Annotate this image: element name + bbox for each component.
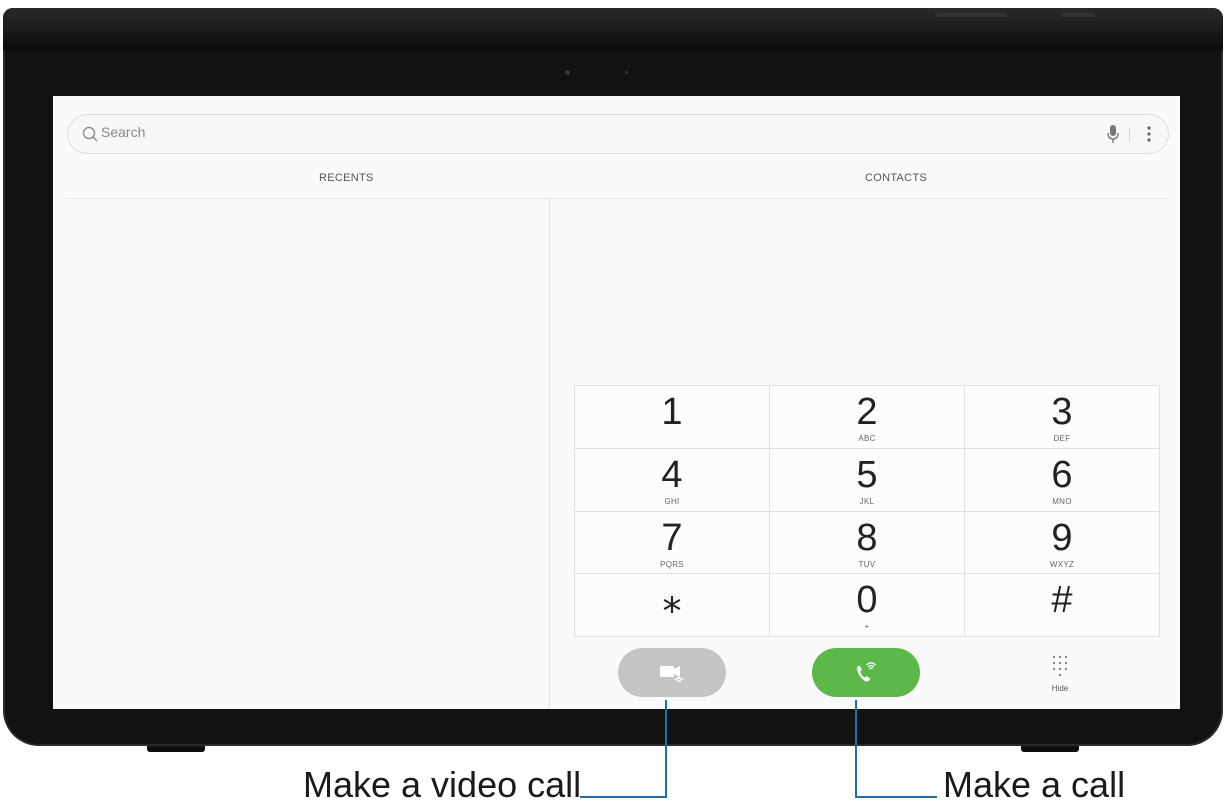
key-digit: 5 xyxy=(856,453,878,496)
video-call-callout-line xyxy=(580,796,667,798)
more-options-icon[interactable] xyxy=(1142,124,1156,144)
key-8[interactable]: 8 TUV xyxy=(770,511,965,575)
key-digit: # xyxy=(1051,579,1073,622)
key-letters: MNO xyxy=(1052,496,1072,506)
key-digit: 2 xyxy=(856,391,878,433)
key-digit: 3 xyxy=(1051,391,1073,433)
pane-divider xyxy=(549,198,550,709)
key-letters: ABC xyxy=(858,434,876,443)
key-digit: 8 xyxy=(856,516,878,559)
search-separator xyxy=(1129,128,1130,141)
video-call-icon xyxy=(660,666,684,682)
key-letters: JKL xyxy=(859,496,875,506)
call-callout-line xyxy=(855,796,937,798)
tab-divider xyxy=(65,198,1170,199)
tablet-top-bezel xyxy=(3,8,1223,50)
key-letters: WXYZ xyxy=(1049,559,1075,569)
key-5[interactable]: 5 JKL xyxy=(770,448,965,512)
key-0[interactable]: 0 + xyxy=(770,574,965,637)
phone-app-screen: RECENTS CONTACTS 1 2ABC 3DEF 4GHI 5JKL 6… xyxy=(53,96,1180,709)
key-6[interactable]: 6 MNO xyxy=(965,448,1160,512)
key-digit: 6 xyxy=(1051,453,1073,496)
key-letters: + xyxy=(864,622,870,632)
power-button xyxy=(1061,13,1095,17)
tab-contacts[interactable]: CONTACTS xyxy=(865,172,927,184)
video-call-callout-line xyxy=(665,700,667,798)
key-1[interactable]: 1 xyxy=(575,386,770,449)
search-bar[interactable] xyxy=(67,114,1169,154)
volume-button xyxy=(935,13,1007,17)
sensor xyxy=(625,71,628,74)
key-letters: TUV xyxy=(858,559,876,569)
key-star[interactable]: ⁎ xyxy=(575,574,770,637)
key-4[interactable]: 4 GHI xyxy=(575,448,770,512)
key-2[interactable]: 2 ABC xyxy=(770,386,965,449)
front-camera xyxy=(565,70,570,75)
key-digit: 1 xyxy=(661,391,683,433)
hide-keypad-button[interactable]: Hide xyxy=(1038,652,1082,696)
key-letters: GHI xyxy=(664,496,680,506)
voice-call-button[interactable] xyxy=(812,648,920,697)
key-letters: PQRS xyxy=(660,559,684,569)
hide-label: Hide xyxy=(1051,684,1069,693)
tablet-frame: RECENTS CONTACTS 1 2ABC 3DEF 4GHI 5JKL 6… xyxy=(3,8,1223,752)
key-digit: ⁎ xyxy=(662,579,682,622)
search-icon xyxy=(82,126,98,142)
key-3[interactable]: 3 DEF xyxy=(965,386,1160,449)
key-digit: 9 xyxy=(1051,516,1073,559)
key-7[interactable]: 7 PQRS xyxy=(575,511,770,575)
call-callout-line xyxy=(855,700,857,798)
key-digit: 0 xyxy=(856,579,878,622)
video-call-caption: Make a video call xyxy=(303,764,582,805)
dial-keypad: 1 2 ABC 3 DEF 4 GHI 5 JKL 6 MNO 7 PQRS 8 TUV 9W… xyxy=(574,385,1160,637)
key-letters: DEF xyxy=(1053,434,1071,443)
tablet-foot-left xyxy=(147,746,205,752)
key-digit: 7 xyxy=(661,516,683,559)
tab-recents[interactable]: RECENTS xyxy=(319,172,374,184)
video-call-button[interactable] xyxy=(618,648,726,697)
call-caption: Make a call xyxy=(943,764,1126,805)
phone-call-icon xyxy=(857,662,876,682)
tablet-foot-right xyxy=(1021,746,1079,752)
microphone-icon[interactable] xyxy=(1106,124,1120,144)
dialpad-icon xyxy=(1052,655,1068,677)
key-9[interactable]: 9 WXYZ xyxy=(965,511,1160,575)
key-hash[interactable]: # xyxy=(965,574,1160,637)
search-input[interactable] xyxy=(101,124,1001,140)
key-digit: 4 xyxy=(661,453,683,496)
